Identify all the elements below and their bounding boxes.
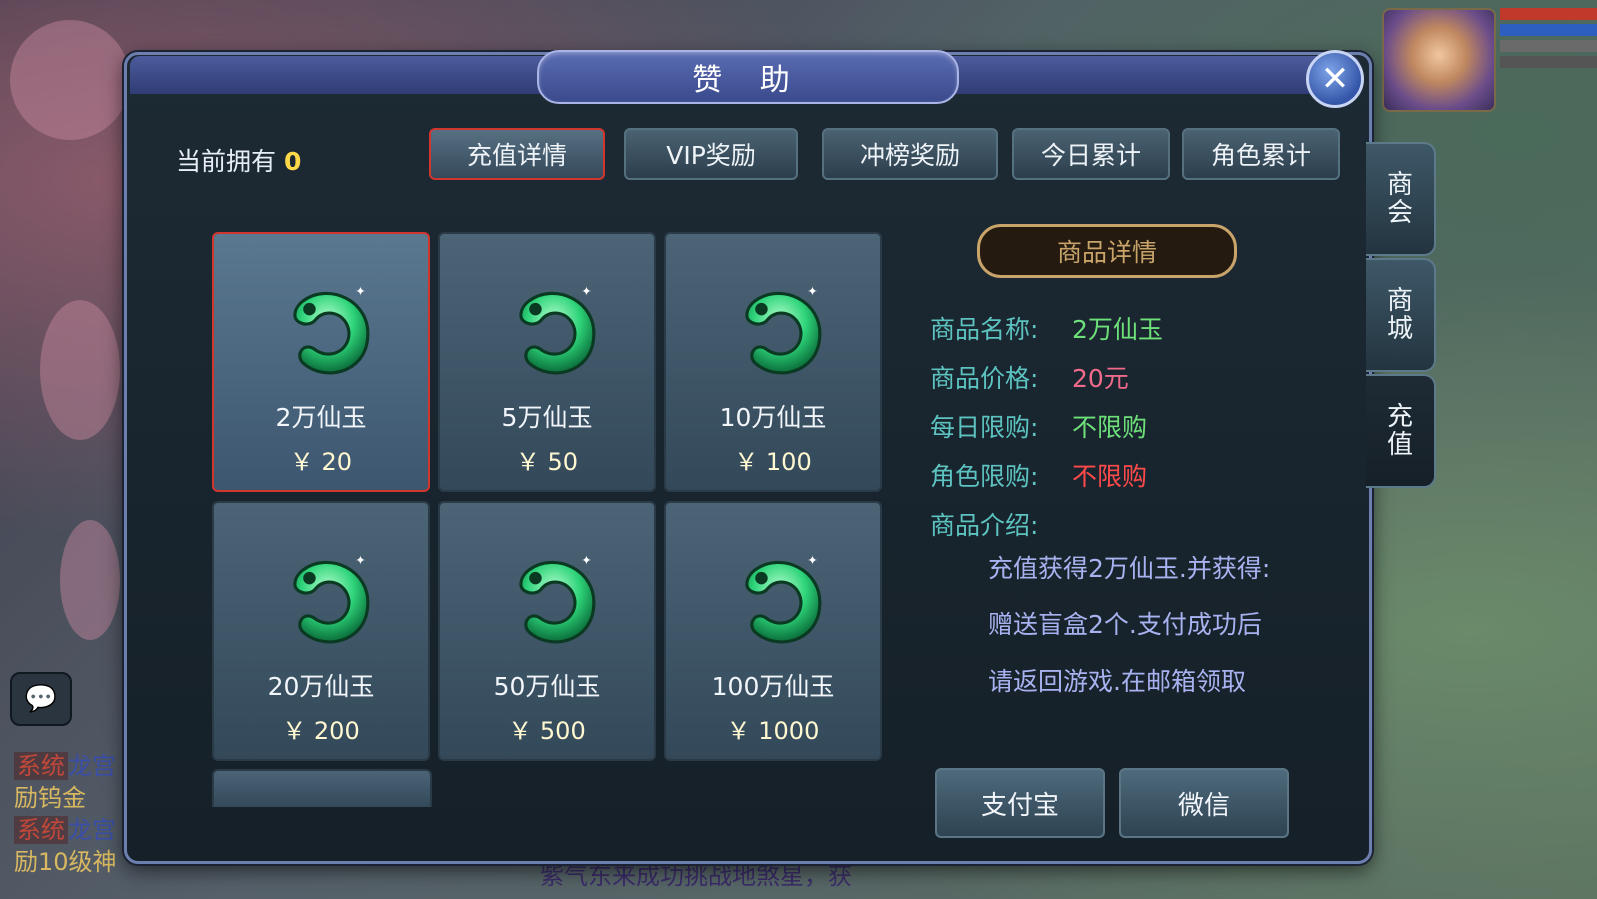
exp-bar <box>1500 40 1597 52</box>
product-card[interactable]: ✦ 50万仙玉 ￥ 500 <box>438 501 656 761</box>
product-price: ￥ 1000 <box>726 717 820 745</box>
product-intro-label: 商品介绍: <box>930 511 1039 540</box>
product-name: 20万仙玉 <box>267 672 375 701</box>
tab-role-total[interactable]: 角色累计 <box>1182 128 1340 180</box>
daily-limit-label: 每日限购: <box>930 413 1039 442</box>
tab-vip-rewards[interactable]: VIP奖励 <box>624 128 798 180</box>
daily-limit-value: 不限购 <box>1072 413 1148 442</box>
product-card[interactable]: ✦ 20万仙玉 ￥ 200 <box>212 501 430 761</box>
background-blossom <box>40 300 120 440</box>
background-blossom <box>60 520 120 640</box>
jade-icon: ✦ <box>293 553 370 644</box>
side-tab-recharge[interactable]: 充值 <box>1366 374 1436 488</box>
chat-line: 励钨金 <box>14 784 86 812</box>
product-card[interactable]: ✦ 2万仙玉 ￥ 20 <box>212 232 430 492</box>
background-blossom <box>10 20 130 140</box>
product-name: 5万仙玉 <box>501 403 593 432</box>
owned-label: 当前拥有 <box>176 147 277 176</box>
product-intro-line: 充值获得2万仙玉.并获得: <box>988 554 1271 583</box>
product-price: ￥ 20 <box>289 448 353 476</box>
side-tab-label: 充值 <box>1386 402 1413 460</box>
side-tab-mall[interactable]: 商城 <box>1366 258 1436 372</box>
side-tab-guild-shop[interactable]: 商会 <box>1366 142 1436 256</box>
hp-bar <box>1500 8 1597 20</box>
product-intro-line: 请返回游戏.在邮箱领取 <box>988 667 1246 696</box>
chat-line: 系统 龙宫 <box>14 810 116 845</box>
product-price-label: 商品价格: <box>930 364 1039 393</box>
svg-text:✦: ✦ <box>581 553 591 568</box>
wechat-pay-button[interactable]: 微信 <box>1119 768 1289 838</box>
extra-bar <box>1500 56 1597 68</box>
product-name: 50万仙玉 <box>493 672 601 701</box>
tab-recharge-details[interactable]: 充值详情 <box>429 128 605 180</box>
svg-text:✦: ✦ <box>581 284 591 299</box>
owned-balance: 当前拥有 0 <box>176 142 301 178</box>
side-tab-label: 商会 <box>1386 170 1413 228</box>
product-name: 10万仙玉 <box>719 403 827 432</box>
chat-line: 励10级神 <box>14 848 117 876</box>
tab-ranking-rewards[interactable]: 冲榜奖励 <box>822 128 998 180</box>
role-limit-value: 不限购 <box>1072 462 1148 491</box>
product-price: ￥ 500 <box>508 717 586 745</box>
tab-today-total[interactable]: 今日累计 <box>1012 128 1170 180</box>
close-icon: ✕ <box>1320 59 1350 99</box>
product-intro-line: 赠送盲盒2个.支付成功后 <box>988 610 1262 639</box>
owned-value: 0 <box>283 147 302 176</box>
jade-icon: ✦ <box>745 284 822 375</box>
jade-icon: ✦ <box>519 284 596 375</box>
alipay-button[interactable]: 支付宝 <box>935 768 1105 838</box>
jade-icon: ✦ <box>519 553 596 644</box>
svg-text:✦: ✦ <box>807 553 817 568</box>
chat-bubble-icon[interactable]: 💬 <box>10 672 72 726</box>
dialog-title: 赞 助 <box>537 50 959 104</box>
product-price: ￥ 200 <box>282 717 360 745</box>
product-price: ￥ 100 <box>734 448 812 476</box>
svg-text:✦: ✦ <box>355 284 365 299</box>
player-avatar[interactable] <box>1382 8 1496 112</box>
product-card[interactable]: ✦ 100万仙玉 ￥ 1000 <box>664 501 882 761</box>
side-tab-label: 商城 <box>1386 286 1413 344</box>
jade-icon: ✦ <box>293 284 370 375</box>
product-card[interactable]: ✦ 10万仙玉 ￥ 100 <box>664 232 882 492</box>
product-price: ￥ 50 <box>515 448 579 476</box>
product-price-value: 20元 <box>1072 364 1129 393</box>
svg-text:✦: ✦ <box>807 284 817 299</box>
close-button[interactable]: ✕ <box>1306 50 1364 108</box>
product-details-header: 商品详情 <box>977 224 1237 278</box>
product-name-label: 商品名称: <box>930 315 1039 344</box>
svg-text:✦: ✦ <box>355 553 365 568</box>
product-card-partial[interactable] <box>212 769 432 807</box>
product-name: 2万仙玉 <box>275 403 367 432</box>
mp-bar <box>1500 24 1597 36</box>
product-card[interactable]: ✦ 5万仙玉 ￥ 50 <box>438 232 656 492</box>
product-name: 100万仙玉 <box>711 672 835 701</box>
chat-line: 系统 龙宫 <box>14 746 116 781</box>
role-limit-label: 角色限购: <box>930 462 1039 491</box>
product-name-value: 2万仙玉 <box>1072 315 1163 344</box>
jade-icon: ✦ <box>745 553 822 644</box>
